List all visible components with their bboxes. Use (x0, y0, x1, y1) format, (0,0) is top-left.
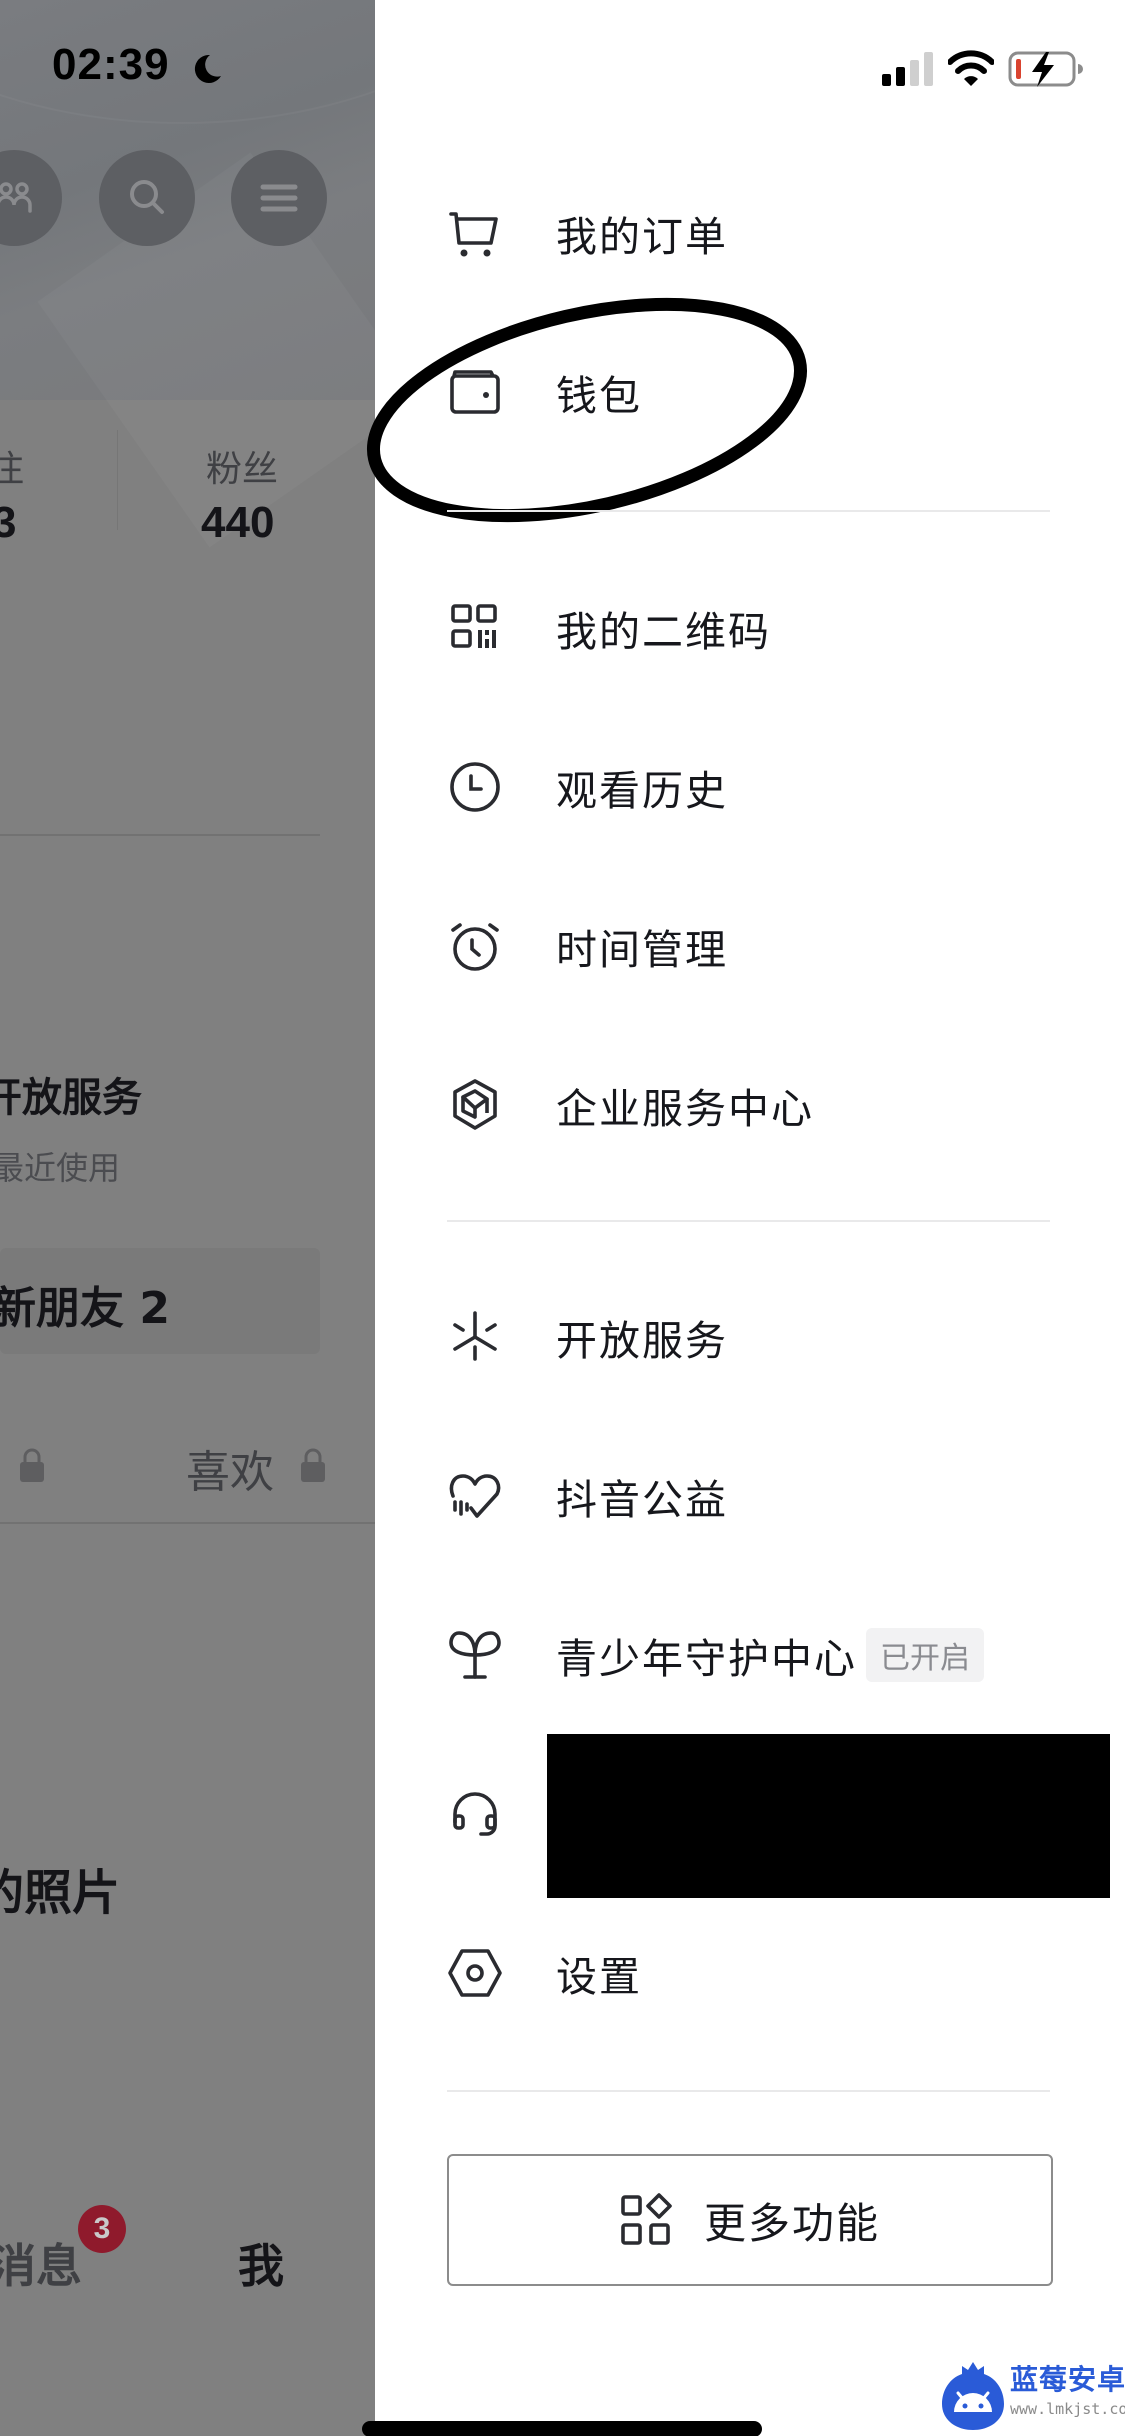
home-indicator[interactable] (362, 2421, 762, 2436)
menu-divider (447, 510, 1050, 512)
menu-item-label: 开放服务 (556, 1317, 728, 1365)
menu-item-orders[interactable]: 我的订单 (375, 173, 1125, 293)
lock-icon (20, 1448, 44, 1482)
menu-item-time-management[interactable]: 时间管理 (375, 886, 1125, 1006)
menu-item-qrcode[interactable]: 我的二维码 (375, 568, 1125, 688)
hamburger-menu-button[interactable] (231, 150, 327, 246)
wifi-icon (948, 50, 994, 86)
side-drawer: 我的订单 钱包 我的二维码 观看历史 时间管理 企业服务中心 开放服务 抖音公益… (366, 0, 1125, 2436)
watermark-android-logo-icon (942, 2362, 1004, 2430)
search-icon (130, 180, 164, 214)
nav-messages[interactable]: 消息 (0, 2230, 82, 2296)
new-friends-label: 新朋友 2 (0, 1283, 170, 1334)
menu-divider (447, 2090, 1050, 2092)
menu-item-label: 时间管理 (556, 926, 728, 974)
sprout-icon (447, 1627, 503, 1683)
background-profile-page[interactable]: 02:39 注 3 粉丝 440 开放服务 最近使用 新朋友 2 喜欢 的照片 … (0, 0, 375, 2436)
status-time: 02:39 (52, 40, 170, 89)
apps-grid-icon (621, 2193, 672, 2245)
status-badge: 已开启 (866, 1628, 984, 1682)
settings-hexagon-icon (447, 1945, 503, 2001)
hamburger-menu-icon (260, 184, 298, 212)
wallet-icon (447, 364, 503, 420)
open-service-spark-icon (447, 1309, 503, 1365)
alarm-clock-icon (447, 918, 503, 974)
cellular-signal-icon (882, 52, 933, 86)
qr-code-icon (447, 600, 503, 656)
watermark: 蓝莓安卓网 www.lmkjst.com (940, 2352, 1125, 2436)
lock-icon (301, 1448, 325, 1482)
menu-item-youth-protection[interactable]: 青少年守护中心 已开启 (375, 1595, 1125, 1715)
charity-heart-icon (447, 1468, 503, 1524)
menu-item-label: 设置 (556, 1953, 642, 2001)
shopping-cart-icon (447, 205, 503, 261)
followers-count[interactable]: 440 (201, 498, 274, 548)
status-bar-right (750, 0, 1125, 140)
nav-me[interactable]: 我 (238, 2230, 284, 2296)
tab-likes[interactable]: 喜欢 (186, 1436, 274, 1500)
profile-stats: 注 3 粉丝 440 (0, 400, 375, 600)
open-service-title[interactable]: 开放服务 (0, 1065, 142, 1123)
photo-section-title: 的照片 (0, 1865, 121, 1921)
menu-item-label: 钱包 (556, 372, 642, 420)
menu-item-history[interactable]: 观看历史 (375, 727, 1125, 847)
friends-icon (0, 182, 32, 213)
messages-badge: 3 (78, 2205, 126, 2253)
clock-icon (447, 759, 503, 815)
moon-icon (194, 54, 221, 83)
enterprise-cube-icon (447, 1077, 503, 1133)
menu-item-label: 观看历史 (556, 767, 728, 815)
search-button[interactable] (99, 150, 195, 246)
menu-item-settings[interactable]: 设置 (375, 1913, 1125, 2033)
menu-item-enterprise[interactable]: 企业服务中心 (375, 1045, 1125, 1165)
more-features-button[interactable]: 更多功能 (447, 2154, 1053, 2286)
menu-item-wallet[interactable]: 钱包 (375, 332, 1125, 452)
menu-item-label: 企业服务中心 (556, 1085, 814, 1133)
following-label[interactable]: 注 (0, 440, 24, 492)
redacted-region (547, 1734, 1110, 1898)
watermark-url: www.lmkjst.com (1010, 2400, 1125, 2418)
menu-divider (447, 1220, 1050, 1222)
menu-item-open-service[interactable]: 开放服务 (375, 1277, 1125, 1397)
menu-item-label: 我的二维码 (556, 608, 771, 656)
watermark-title: 蓝莓安卓网 (1010, 2363, 1125, 2396)
following-count[interactable]: 3 (0, 498, 16, 548)
background-divider (0, 834, 320, 836)
more-features-label: 更多功能 (703, 2198, 880, 2248)
menu-item-label: 青少年守护中心 (556, 1635, 857, 1683)
headset-icon (447, 1788, 503, 1844)
battery-charging-low-icon (1008, 51, 1083, 87)
menu-item-label: 我的订单 (556, 213, 728, 261)
stats-divider (117, 430, 118, 530)
open-service-subtitle: 最近使用 (0, 1149, 121, 1187)
tabs-divider (0, 1522, 375, 1524)
followers-label[interactable]: 粉丝 (206, 440, 278, 492)
menu-item-label: 抖音公益 (556, 1476, 728, 1524)
menu-item-charity[interactable]: 抖音公益 (375, 1436, 1125, 1556)
